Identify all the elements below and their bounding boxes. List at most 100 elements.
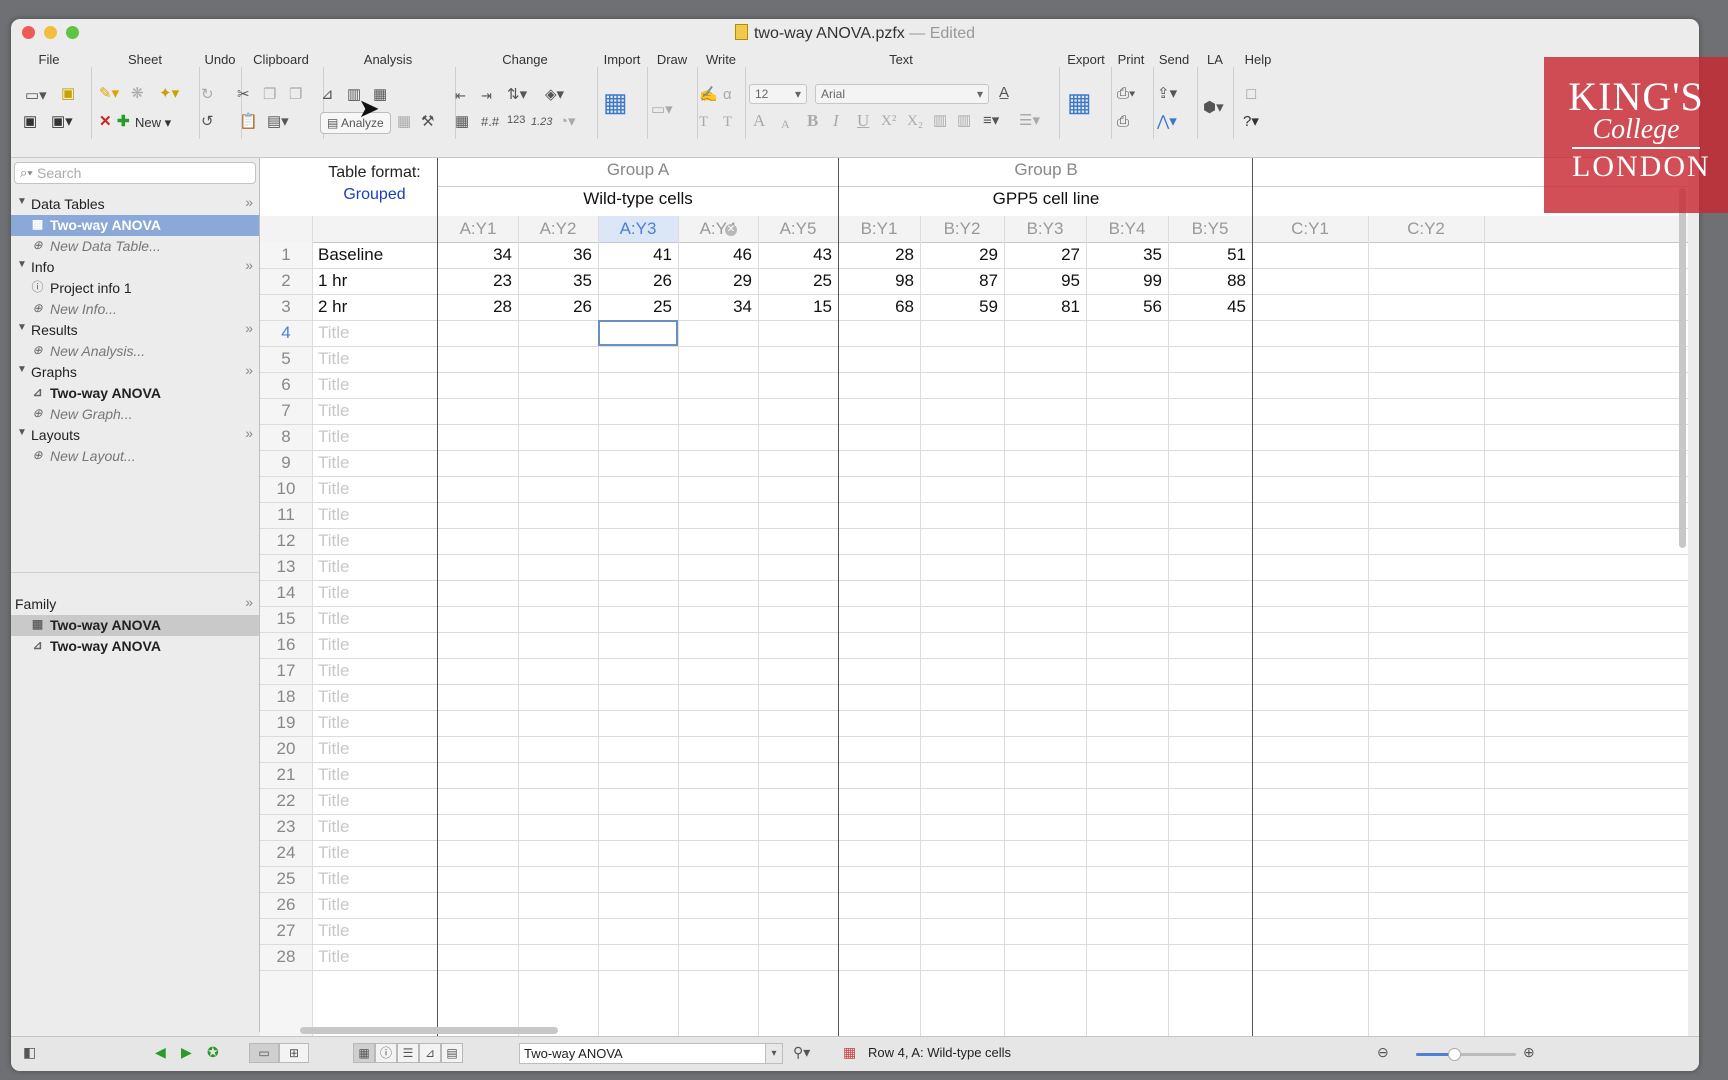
section-info[interactable]: ▼ Info » — [11, 257, 259, 278]
data-cell[interactable]: 51 — [1168, 245, 1246, 265]
row-number[interactable]: 22 — [260, 791, 312, 811]
row-number[interactable]: 2 — [260, 271, 312, 291]
data-cell[interactable]: 28 — [838, 245, 914, 265]
table-icon[interactable]: ▦ — [397, 113, 411, 131]
row-number[interactable]: 7 — [260, 401, 312, 421]
row-title-placeholder[interactable]: Title — [318, 375, 350, 395]
row-title-placeholder[interactable]: Title — [318, 713, 350, 733]
family-item-graph[interactable]: ⊿ Two-way ANOVA — [11, 636, 259, 657]
column-header[interactable]: A:Y4 — [678, 219, 758, 239]
zoom-in-icon[interactable]: ⊕ — [1523, 1044, 1535, 1061]
data-cell[interactable]: 36 — [518, 245, 592, 265]
data-cell[interactable]: 81 — [1004, 297, 1080, 317]
write-text-icon[interactable]: ✍ — [699, 86, 718, 104]
column-header[interactable]: A:Y3 — [598, 219, 678, 239]
row-number[interactable]: 3 — [260, 297, 312, 317]
data-cell[interactable]: 25 — [758, 271, 832, 291]
row-number[interactable]: 21 — [260, 765, 312, 785]
section-data-tables[interactable]: ▼ Data Tables » — [11, 194, 259, 215]
data-cell[interactable]: 34 — [438, 245, 512, 265]
data-cell[interactable]: 23 — [438, 271, 512, 291]
row-number[interactable]: 16 — [260, 635, 312, 655]
redo-icon[interactable]: ↻ — [201, 86, 214, 104]
row-title-placeholder[interactable]: Title — [318, 427, 350, 447]
move-left-icon[interactable]: ⇤ — [455, 87, 466, 105]
row-number[interactable]: 19 — [260, 713, 312, 733]
data-cell[interactable]: 28 — [438, 297, 512, 317]
row-number[interactable]: 5 — [260, 349, 312, 369]
new-data-table-item[interactable]: ⊕ New Data Table... — [11, 236, 259, 257]
print-preview-icon[interactable]: ⎙ — [1117, 113, 1129, 131]
row-number[interactable]: 28 — [260, 947, 312, 967]
section-layouts[interactable]: ▼ Layouts » — [11, 425, 259, 446]
group-b-subtitle[interactable]: GPP5 cell line — [840, 189, 1252, 209]
row-title-placeholder[interactable]: Title — [318, 349, 350, 369]
selected-cell[interactable] — [598, 320, 678, 346]
row-title-placeholder[interactable]: Title — [318, 791, 350, 811]
draw-shape-icon[interactable]: ▭▾ — [651, 101, 673, 119]
expand-more-icon[interactable]: » — [245, 362, 253, 378]
zoom-slider-knob[interactable] — [1448, 1048, 1461, 1061]
row-number[interactable]: 20 — [260, 739, 312, 759]
copy-icon[interactable]: ❐ — [263, 86, 276, 104]
text-color-icon[interactable]: A̲ — [999, 84, 1009, 102]
row-number[interactable]: 25 — [260, 869, 312, 889]
font-name-select[interactable]: Arial ▾ — [815, 84, 989, 104]
fill-icon[interactable]: ◈▾ — [545, 86, 564, 104]
disclosure-triangle-icon[interactable]: ▼ — [17, 322, 27, 333]
horizontal-scrollbar[interactable] — [300, 1027, 558, 1034]
row-number[interactable]: 4 — [260, 323, 312, 343]
data-cell[interactable]: 29 — [920, 245, 998, 265]
row-number[interactable]: 9 — [260, 453, 312, 473]
clear-icon[interactable]: ✕ — [725, 224, 737, 236]
data-table-view-button[interactable]: ▦ — [353, 1043, 375, 1063]
number-format-icon[interactable]: #.# — [481, 113, 499, 131]
decimal-icon[interactable]: 123 — [507, 111, 525, 129]
increase-font-icon[interactable]: A — [753, 112, 765, 130]
row-title-placeholder[interactable]: Title — [318, 635, 350, 655]
data-cell[interactable]: 59 — [920, 297, 998, 317]
next-sheet-icon[interactable]: ▶ — [181, 1044, 192, 1061]
row-title-placeholder[interactable]: Title — [318, 453, 350, 473]
expand-more-icon[interactable]: » — [245, 320, 253, 336]
save-as-icon[interactable]: ▣▾ — [51, 113, 73, 131]
data-cell[interactable]: 45 — [1168, 297, 1246, 317]
help-icon[interactable]: ?▾ — [1243, 113, 1259, 131]
new-analysis-item[interactable]: ⊕ New Analysis... — [11, 341, 259, 362]
column-header[interactable]: A:Y2 — [518, 219, 598, 239]
data-cell[interactable]: 98 — [838, 271, 914, 291]
expand-more-icon[interactable]: » — [245, 594, 253, 610]
delete-sheet-icon[interactable]: ✕ — [99, 113, 112, 131]
toggle-sidebar-icon[interactable]: ◧ — [23, 1044, 36, 1061]
column-header[interactable]: A:Y5 — [758, 219, 838, 239]
column-header[interactable]: B:Y3 — [1004, 219, 1086, 239]
data-cell[interactable]: 26 — [518, 297, 592, 317]
data-cell[interactable]: 46 — [678, 245, 752, 265]
highlighter-icon[interactable]: ✎▾ — [99, 85, 119, 103]
zoom-slider[interactable] — [1416, 1048, 1516, 1061]
row-number[interactable]: 18 — [260, 687, 312, 707]
group-a-subtitle[interactable]: Wild-type cells — [438, 189, 838, 209]
row-title-placeholder[interactable]: Title — [318, 817, 350, 837]
link-icon[interactable]: ⚲▾ — [793, 1044, 810, 1061]
new-file-icon[interactable]: ▭▾ — [25, 87, 47, 105]
info-view-button[interactable]: ⓘ — [375, 1043, 397, 1063]
data-cell[interactable]: 29 — [678, 271, 752, 291]
sheet-selector[interactable]: Two-way ANOVA ▾ — [519, 1043, 783, 1064]
row-number[interactable]: 13 — [260, 557, 312, 577]
row-number[interactable]: 10 — [260, 479, 312, 499]
subscript-icon[interactable]: X₂ — [907, 112, 923, 130]
data-cell[interactable]: 56 — [1086, 297, 1162, 317]
row-title-placeholder[interactable]: Title — [318, 947, 350, 967]
row-title[interactable]: 1 hr — [318, 271, 347, 291]
export-icon[interactable]: ▦ — [1067, 89, 1092, 115]
send-graph-icon[interactable]: ⋀▾ — [1157, 113, 1177, 131]
format-number-icon[interactable]: 1.23 — [531, 113, 552, 131]
la-cube-icon[interactable]: ⬢▾ — [1203, 99, 1224, 117]
new-sheet-button[interactable]: New ▾ — [135, 114, 171, 132]
disclosure-triangle-icon[interactable]: ▼ — [17, 364, 27, 375]
graph-view-button[interactable]: ⊿ — [419, 1043, 441, 1063]
column-header[interactable]: B:Y2 — [920, 219, 1004, 239]
row-number[interactable]: 15 — [260, 609, 312, 629]
column-header[interactable]: C:Y2 — [1368, 219, 1484, 239]
